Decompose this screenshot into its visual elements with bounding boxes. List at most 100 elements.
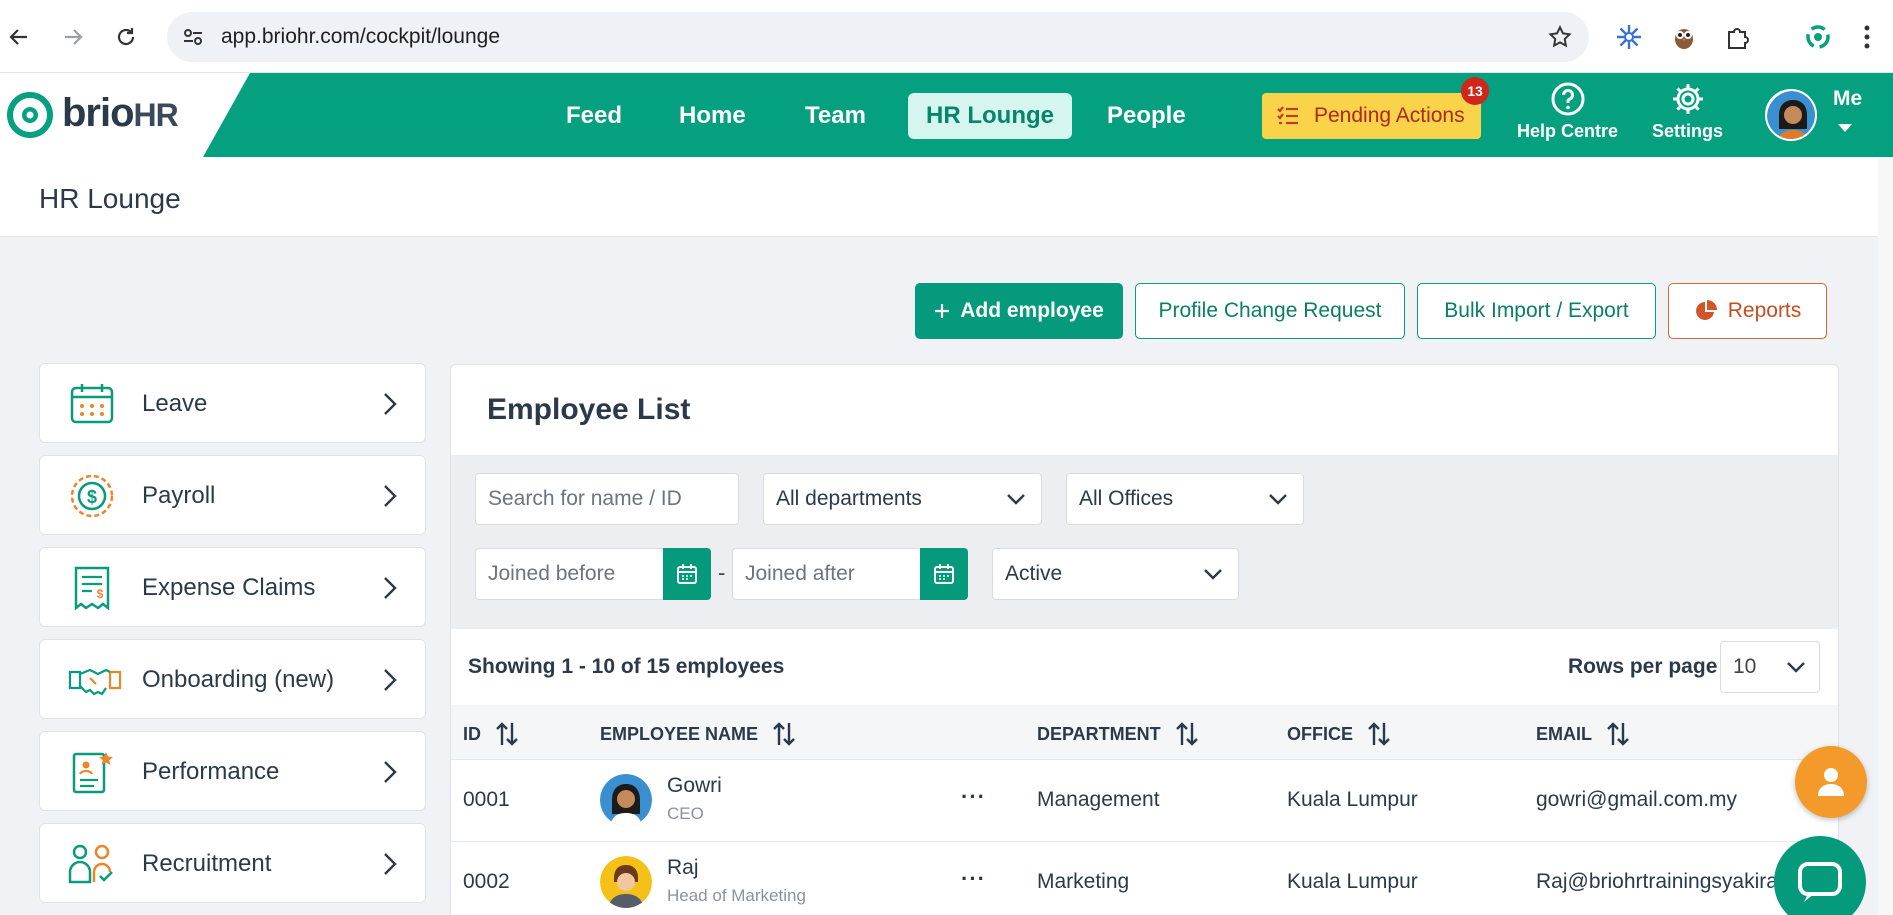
settings-button[interactable]: Settings [1652,81,1723,142]
person-icon [1818,768,1844,796]
pie-chart-icon [1694,299,1718,323]
address-bar[interactable]: app.briohr.com/cockpit/lounge [167,12,1589,62]
profile-fab-button[interactable] [1795,746,1867,818]
column-department[interactable]: DEPARTMENT [1037,721,1199,747]
column-email[interactable]: EMAIL [1536,721,1630,747]
nav-people[interactable]: People [1089,93,1204,139]
certificate-star-icon [72,752,113,794]
site-settings-icon[interactable] [181,25,205,54]
nav-feed[interactable]: Feed [548,93,640,139]
plus-icon [934,303,950,319]
chat-button[interactable] [1774,836,1866,915]
arrow-right-icon [65,29,83,45]
gear-icon [1672,84,1703,114]
caret-down-icon[interactable] [1837,123,1853,133]
add-employee-button[interactable]: Add employee [915,283,1123,339]
chevron-right-icon [384,853,397,875]
search-input[interactable]: Search for name / ID [475,473,739,525]
sidebar-item-recruitment[interactable]: Recruitment [39,823,426,903]
sidebar-item-payroll[interactable]: $ Payroll [39,455,426,535]
employee-department: Management [1037,788,1160,811]
snowflake-extension-icon[interactable] [1614,22,1644,52]
nav-hr-lounge[interactable]: HR Lounge [908,93,1072,139]
table-header: ID EMPLOYEE NAME DEPARTMENT OFFICE EMAIL [451,705,1838,760]
svg-text:$: $ [87,487,97,507]
sort-icon[interactable] [772,721,796,747]
arrow-left-icon [9,29,27,45]
nav-team[interactable]: Team [787,93,884,139]
sidebar-item-onboarding[interactable]: Onboarding (new) [39,639,426,719]
calendar-icon [934,564,954,584]
sidebar-item-performance[interactable]: Performance [39,731,426,811]
column-office[interactable]: OFFICE [1287,721,1391,747]
employee-name[interactable]: Raj [667,856,699,880]
status-select[interactable]: Active [992,548,1239,600]
filter-bar: Search for name / ID All departments All… [451,455,1838,629]
page-title-bar: HR Lounge [0,157,1893,237]
chevron-right-icon [384,577,397,599]
employee-list-title: Employee List [487,393,691,426]
me-label[interactable]: Me [1833,87,1862,111]
employee-email: Raj@briohrtrainingsyakira [1536,870,1778,893]
people-check-icon [68,844,113,884]
sort-icon[interactable] [1175,721,1199,747]
joined-after-calendar-button[interactable] [920,548,968,600]
app-header: brioHR Feed Home Team HR Lounge People P… [0,73,1893,157]
employee-department: Marketing [1037,870,1130,893]
pagination-summary: Showing 1 - 10 of 15 employees [468,655,785,678]
chevron-down-icon [1007,494,1025,505]
star-icon[interactable] [1547,24,1573,55]
sort-icon[interactable] [495,721,519,747]
column-employee-name[interactable]: EMPLOYEE NAME [600,721,796,747]
employee-avatar[interactable] [600,856,652,908]
user-avatar[interactable] [1765,89,1817,141]
handshake-icon [68,668,122,696]
back-button[interactable] [2,20,36,54]
receipt-icon: $ [74,566,110,610]
nav-home[interactable]: Home [661,93,764,139]
employee-list-panel: Employee List Search for name / ID All d… [450,364,1839,915]
reload-button[interactable] [109,20,143,54]
bulk-import-export-button[interactable]: Bulk Import / Export [1417,283,1656,339]
sort-icon[interactable] [1367,721,1391,747]
department-select[interactable]: All departments [763,473,1042,525]
puzzle-extension-icon[interactable] [1723,22,1753,52]
sidebar-item-expense-claims[interactable]: $ Expense Claims [39,547,426,627]
column-id[interactable]: ID [463,721,519,747]
sort-icon[interactable] [1606,721,1630,747]
joined-after-input[interactable]: Joined after [732,548,922,600]
row-more-button[interactable]: ··· [961,866,986,892]
row-more-button[interactable]: ··· [961,784,986,810]
logo-text: brioHR [62,91,179,135]
logo[interactable]: brioHR [0,73,250,157]
pending-actions-button[interactable]: Pending Actions [1262,93,1481,139]
owl-extension-icon[interactable] [1669,22,1699,52]
employee-office: Kuala Lumpur [1287,788,1418,811]
profile-change-request-button[interactable]: Profile Change Request [1135,283,1405,339]
brio-extension-icon[interactable] [1803,22,1833,52]
url-text[interactable]: app.briohr.com/cockpit/lounge [221,25,500,49]
joined-before-calendar-button[interactable] [663,548,711,600]
joined-before-input[interactable]: Joined before [475,548,665,600]
checklist-icon [1277,106,1298,125]
sidebar-item-leave[interactable]: Leave [39,363,426,443]
table-row[interactable]: 0002 Raj Head of Marketing ··· Marketing… [451,842,1838,915]
chevron-down-icon [1269,494,1287,505]
employee-name[interactable]: Gowri [667,774,722,798]
page-title: HR Lounge [39,183,181,214]
reports-button[interactable]: Reports [1668,283,1827,339]
svg-text:$: $ [97,587,104,601]
help-centre-button[interactable]: Help Centre [1517,81,1618,142]
office-select[interactable]: All Offices [1066,473,1304,525]
rows-per-page-label: Rows per page [1568,655,1718,678]
menu-kebab-icon[interactable] [1852,22,1882,52]
employee-avatar[interactable] [600,774,652,826]
rows-per-page-select[interactable]: 10 [1720,641,1820,693]
employee-role: CEO [667,804,704,823]
chevron-right-icon [384,669,397,691]
calendar-icon [70,384,114,424]
table-row[interactable]: 0001 Gowri CEO ··· Management Kuala Lump… [451,760,1838,842]
browser-toolbar: app.briohr.com/cockpit/lounge [0,0,1893,73]
forward-button[interactable] [56,20,90,54]
page-scrollbar[interactable] [1878,157,1893,915]
